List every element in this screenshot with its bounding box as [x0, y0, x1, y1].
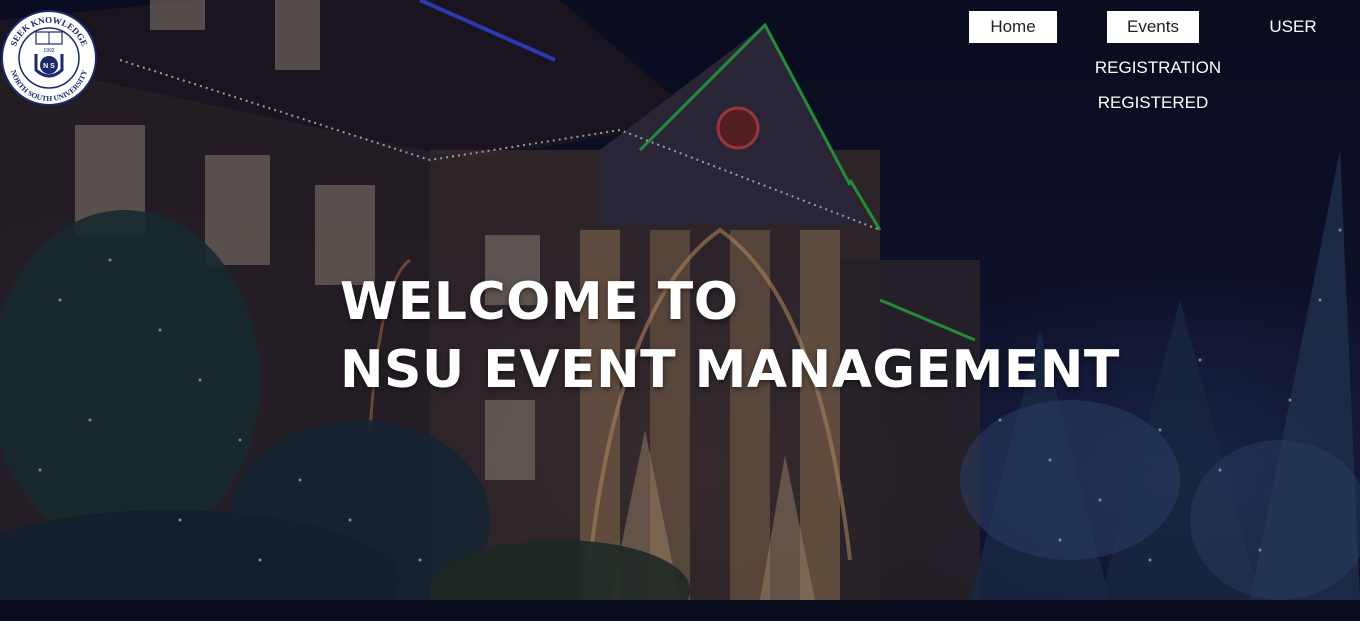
logo-year: 1992: [43, 48, 54, 54]
hero-headline: WELCOME TO NSU EVENT MANAGEMENT: [340, 268, 1120, 404]
nav-user-link[interactable]: USER: [1257, 11, 1329, 43]
logo-center-letters: N S: [43, 63, 55, 70]
nav-registered-link[interactable]: REGISTERED: [1096, 87, 1210, 119]
nav-home-button[interactable]: Home: [969, 11, 1057, 43]
nav-registration-link[interactable]: REGISTRATION: [1092, 52, 1224, 84]
hero-headline-line1: WELCOME TO: [340, 272, 739, 332]
nsu-logo[interactable]: SEEK KNOWLEDGE NORTH SOUTH UNIVERSITY 19…: [0, 2, 98, 114]
hero-headline-line2: NSU EVENT MANAGEMENT: [340, 340, 1120, 400]
nav-events-button[interactable]: Events: [1107, 11, 1199, 43]
